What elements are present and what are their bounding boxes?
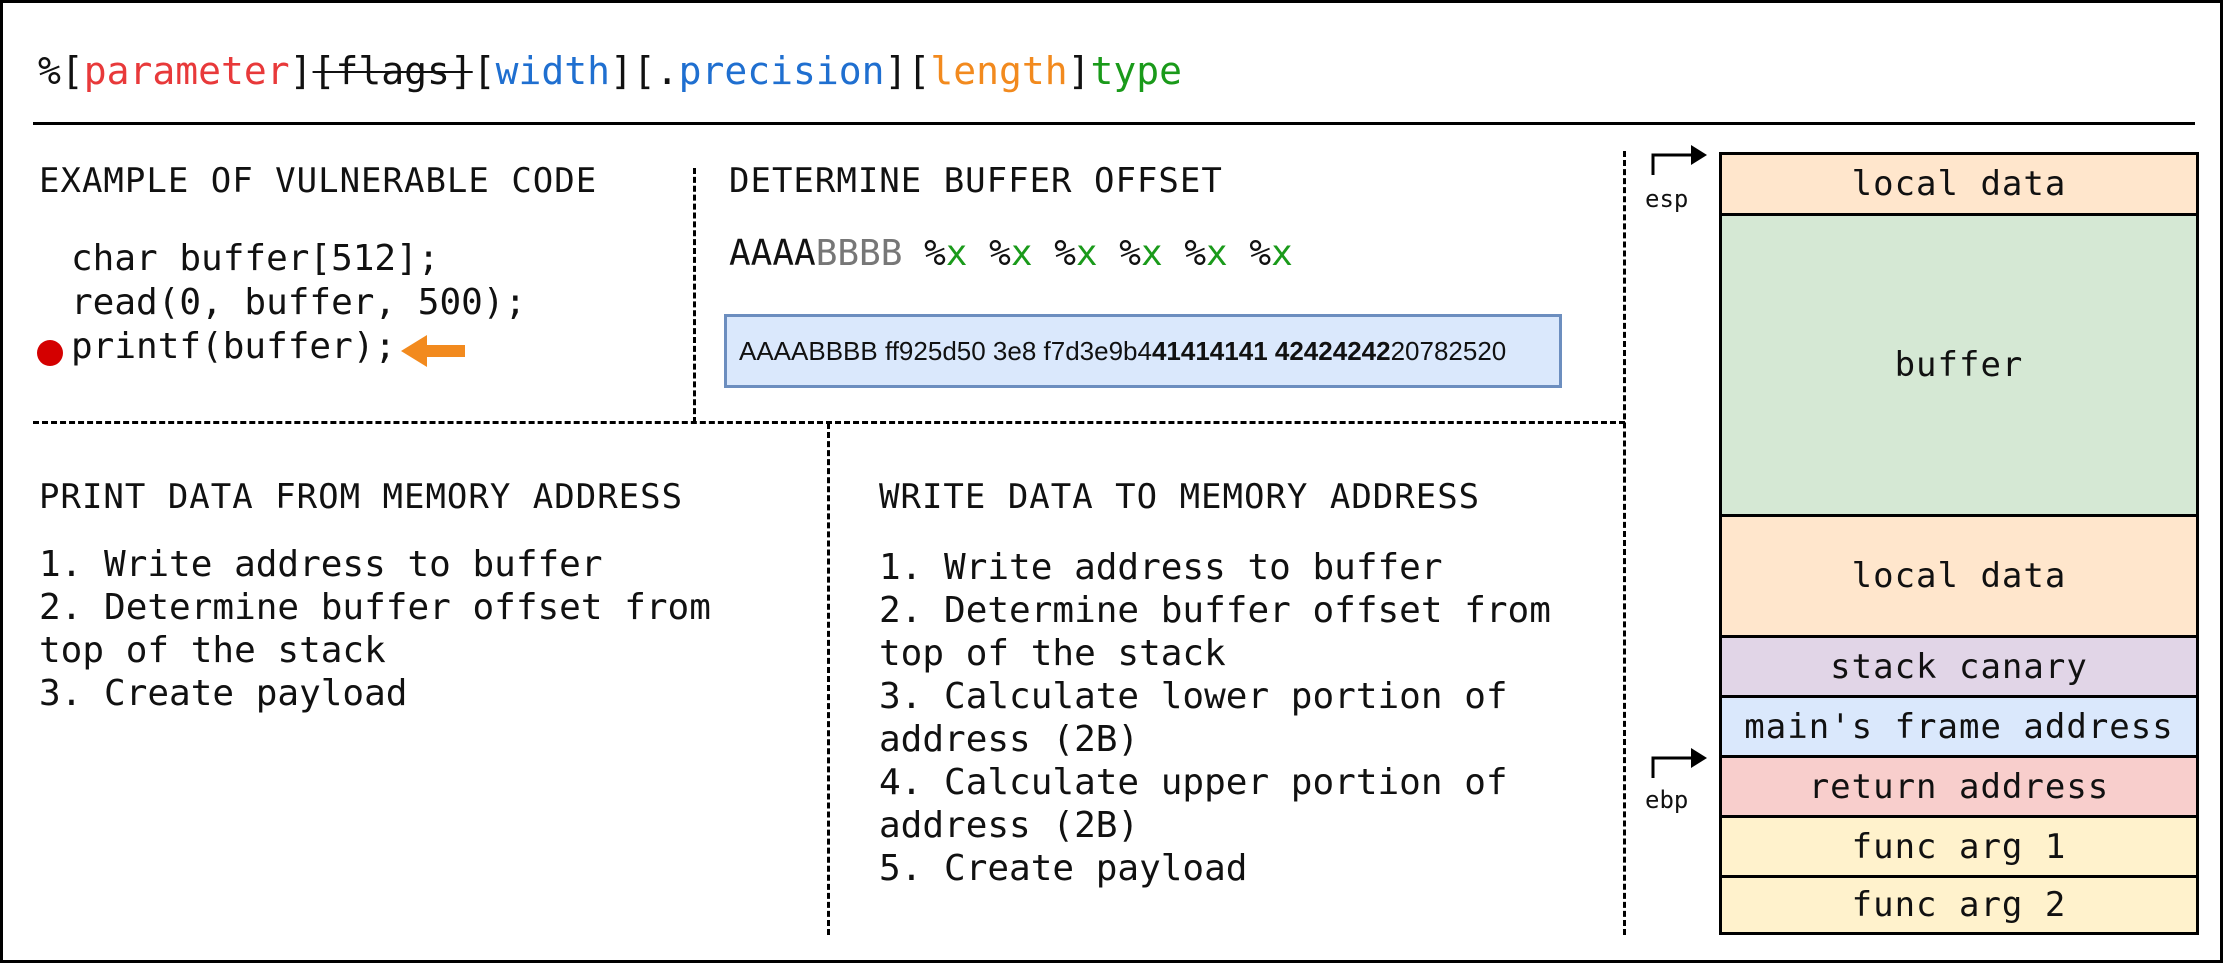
spec-4: %x bbox=[1119, 233, 1163, 274]
vulnerable-code-heading: EXAMPLE OF VULNERABLE CODE bbox=[39, 161, 598, 201]
fmt-close3: ][ bbox=[884, 49, 931, 93]
fmt-parameter: parameter bbox=[83, 49, 290, 93]
fmt-precision: precision bbox=[678, 49, 885, 93]
divider-top-middle bbox=[693, 168, 696, 423]
write-step: address (2B) bbox=[879, 719, 1140, 760]
write-step: 5. Create payload bbox=[879, 848, 1248, 889]
code-line-3: printf(buffer); bbox=[71, 326, 397, 367]
fmt-open1: %[ bbox=[38, 49, 84, 93]
output-tail: 20782520 bbox=[1390, 335, 1507, 366]
print-step: 3. Create payload bbox=[39, 673, 408, 714]
print-data-heading: PRINT DATA FROM MEMORY ADDRESS bbox=[39, 477, 684, 517]
buffer-offset-heading: DETERMINE BUFFER OFFSET bbox=[729, 161, 1223, 201]
offset-output-box: AAAABBBB ff925d50 3e8 f7d3e9b4 41414141 … bbox=[724, 314, 1562, 388]
fmt-close1: ] bbox=[289, 49, 313, 93]
fmt-close2: ][. bbox=[610, 49, 679, 93]
write-step: top of the stack bbox=[879, 633, 1226, 674]
ebp-pointer-arrow-icon bbox=[1651, 748, 1707, 778]
stack-cell-func-arg-2: func arg 2 bbox=[1722, 878, 2196, 932]
write-data-steps: 1. Write address to buffer 2. Determine … bbox=[879, 546, 1551, 890]
esp-label: esp bbox=[1645, 185, 1689, 213]
stack-cell-buffer: buffer bbox=[1722, 216, 2196, 517]
output-bold-a: 41414141 bbox=[1151, 335, 1268, 366]
fmt-flags: [flags] bbox=[312, 49, 473, 93]
divider-right bbox=[1623, 151, 1626, 935]
stack-cell-local-data-top: local data bbox=[1722, 155, 2196, 216]
stack-cell-frame-address: main's frame address bbox=[1722, 698, 2196, 758]
spec-2: %x bbox=[989, 233, 1033, 274]
spec-3: %x bbox=[1054, 233, 1098, 274]
title-divider bbox=[33, 122, 2195, 125]
write-step: 3. Calculate lower portion of bbox=[879, 676, 1508, 717]
print-step: 2. Determine buffer offset from bbox=[39, 587, 711, 628]
input-aaaa: AAAA bbox=[729, 233, 816, 274]
write-step: 2. Determine buffer offset from bbox=[879, 590, 1551, 631]
esp-pointer-arrow-icon bbox=[1651, 145, 1707, 175]
code-line-2: read(0, buffer, 500); bbox=[71, 282, 527, 323]
write-data-heading: WRITE DATA TO MEMORY ADDRESS bbox=[879, 477, 1481, 517]
write-step: 1. Write address to buffer bbox=[879, 547, 1443, 588]
fmt-open2: [ bbox=[472, 49, 496, 93]
stack-cell-return-address: return address bbox=[1722, 758, 2196, 818]
write-step: address (2B) bbox=[879, 805, 1140, 846]
stack-cell-func-arg-1: func arg 1 bbox=[1722, 818, 2196, 878]
print-step: top of the stack bbox=[39, 630, 386, 671]
spec-1: %x bbox=[924, 233, 968, 274]
input-bbbb: BBBB bbox=[815, 233, 903, 274]
print-data-steps: 1. Write address to buffer 2. Determine … bbox=[39, 543, 711, 715]
stack-cell-canary: stack canary bbox=[1722, 638, 2196, 698]
stack-frame: local data buffer local data stack canar… bbox=[1719, 152, 2199, 935]
output-plain: AAAABBBB ff925d50 3e8 f7d3e9b4 bbox=[739, 335, 1152, 366]
fmt-close4: ] bbox=[1067, 49, 1091, 93]
print-step: 1. Write address to buffer bbox=[39, 544, 603, 585]
output-bold-b: 42424242 bbox=[1274, 335, 1391, 366]
write-step: 4. Calculate upper portion of bbox=[879, 762, 1508, 803]
stack-cell-local-data-bottom: local data bbox=[1722, 517, 2196, 638]
spec-5: %x bbox=[1184, 233, 1228, 274]
divider-bottom-middle bbox=[827, 423, 830, 935]
format-spec-title: %[parameter][flags][width][.precision][l… bbox=[38, 49, 1182, 93]
fmt-type: type bbox=[1090, 49, 1182, 93]
fmt-width: width bbox=[495, 49, 610, 93]
spec-6: %x bbox=[1249, 233, 1293, 274]
breakpoint-icon bbox=[37, 340, 63, 366]
ebp-label: ebp bbox=[1645, 786, 1689, 814]
offset-input-line: AAAABBBB %x %x %x %x %x %x bbox=[729, 233, 1293, 274]
fmt-length: length bbox=[930, 49, 1068, 93]
code-line-1: char buffer[512]; bbox=[71, 238, 440, 279]
arrow-left-icon bbox=[401, 335, 465, 367]
diagram-canvas: %[parameter][flags][width][.precision][l… bbox=[0, 0, 2223, 963]
